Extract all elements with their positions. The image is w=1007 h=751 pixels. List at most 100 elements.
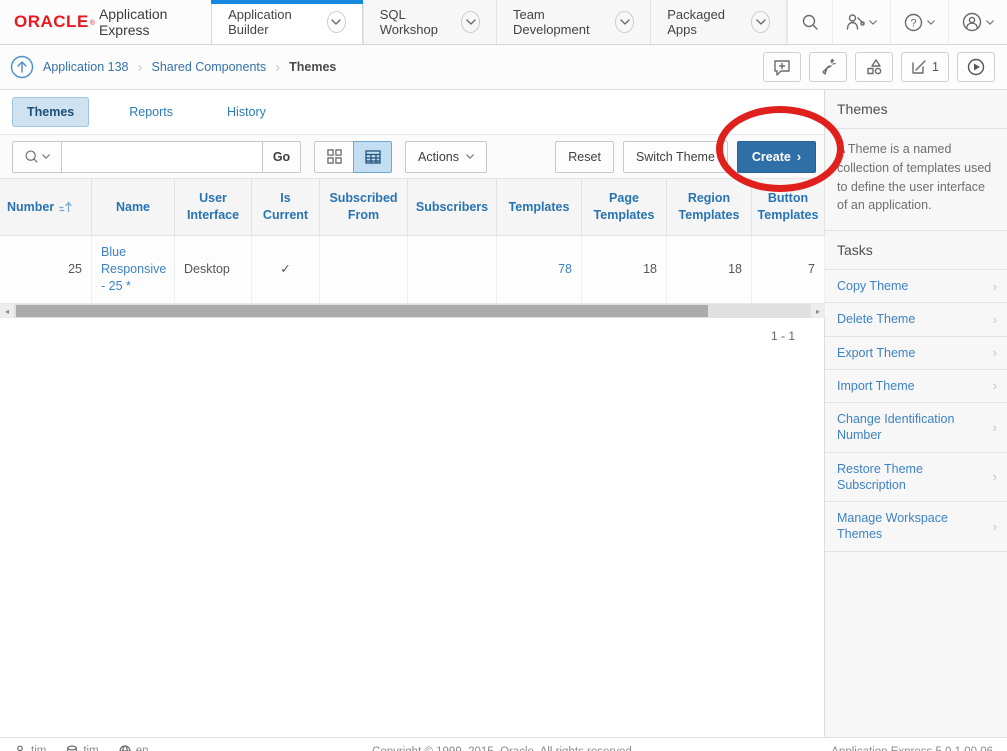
chevron-right-icon: ›: [993, 279, 997, 294]
breadcrumb-separator: ›: [275, 59, 280, 76]
cell-button-templates: 7: [752, 236, 825, 304]
scroll-left-arrow[interactable]: ◂: [0, 304, 14, 318]
sidebar-description: A Theme is a named collection of templat…: [825, 129, 1007, 231]
chevron-right-icon: ›: [993, 420, 997, 435]
help-icon[interactable]: ?: [890, 0, 948, 44]
tab-sql-workshop[interactable]: SQL Workshop: [363, 0, 496, 44]
chevron-right-icon: ›: [993, 469, 997, 484]
cell-is-current: ✓: [252, 236, 320, 304]
templates-count-link[interactable]: 78: [558, 261, 572, 278]
cell-page-templates: 18: [582, 236, 667, 304]
themes-report-table: Number Name User Interface Is Current Su…: [0, 178, 825, 304]
tab-packaged-apps[interactable]: Packaged Apps: [650, 0, 787, 44]
table-row: 25 Blue Responsive - 25 * Desktop ✓ 78 1…: [0, 236, 825, 304]
add-comment-button[interactable]: [763, 52, 801, 82]
column-header-number[interactable]: Number: [0, 179, 92, 236]
horizontal-scrollbar[interactable]: ◂ ▸: [0, 304, 825, 318]
checkmark-icon: ✓: [280, 261, 290, 278]
column-header-is-current[interactable]: Is Current: [252, 179, 320, 236]
breadcrumb-bar: Application 138 › Shared Components › Th…: [0, 45, 1007, 90]
create-button[interactable]: Create›: [737, 141, 816, 173]
edit-page-number: 1: [932, 60, 939, 74]
switch-theme-button[interactable]: Switch Theme: [623, 141, 728, 173]
utilities-icon-button[interactable]: [809, 52, 847, 82]
top-navigation: Application Builder SQL Workshop Team De…: [211, 0, 787, 44]
apex-screen: ORACLE ® Application Express Application…: [0, 0, 1007, 751]
report-view-toggle[interactable]: [353, 141, 392, 173]
edit-page-button[interactable]: 1: [901, 52, 949, 82]
task-import-theme[interactable]: Import Theme›: [825, 370, 1007, 403]
run-application-button[interactable]: [957, 52, 995, 82]
actions-menu-button[interactable]: Actions: [405, 141, 487, 173]
account-icon[interactable]: [948, 0, 1007, 44]
tab-themes[interactable]: Themes: [12, 97, 89, 127]
sort-ascending-icon: [59, 201, 72, 213]
tasks-title: Tasks: [825, 231, 1007, 270]
chevron-down-icon[interactable]: [461, 11, 480, 33]
search-column-selector[interactable]: [12, 141, 62, 173]
chevron-right-icon: ›: [993, 312, 997, 327]
region-tabs: Themes Reports History: [0, 90, 824, 134]
breadcrumb-shared-components[interactable]: Shared Components: [151, 60, 266, 74]
column-header-name[interactable]: Name: [92, 179, 175, 236]
task-delete-theme[interactable]: Delete Theme›: [825, 303, 1007, 336]
page-footer: tim tim en Copyright © 1999, 2015, Oracl…: [0, 737, 1007, 751]
view-toggles: [314, 141, 392, 173]
administration-icon[interactable]: [832, 0, 890, 44]
tab-history[interactable]: History: [213, 98, 280, 126]
cell-subscribed-from: [320, 236, 408, 304]
cell-user-interface: Desktop: [175, 236, 252, 304]
scrollbar-track[interactable]: [14, 304, 811, 318]
oracle-brand: ORACLE ® Application Express: [0, 0, 211, 44]
main-region: Themes Reports History Go: [0, 90, 825, 737]
tab-reports[interactable]: Reports: [115, 98, 187, 126]
up-level-icon[interactable]: [10, 55, 34, 79]
column-header-user-interface[interactable]: User Interface: [175, 179, 252, 236]
product-name: Application Express: [99, 6, 211, 38]
breadcrumb-current-page: Themes: [289, 60, 336, 74]
column-header-subscribed-from[interactable]: Subscribed From: [320, 179, 408, 236]
task-copy-theme[interactable]: Copy Theme›: [825, 270, 1007, 303]
scroll-right-arrow[interactable]: ▸: [811, 304, 825, 318]
pagination-range: 1 - 1: [0, 318, 825, 343]
tasks-list: Copy Theme› Delete Theme› Export Theme› …: [825, 270, 1007, 552]
column-header-subscribers[interactable]: Subscribers: [408, 179, 497, 236]
page-toolbar: 1: [763, 52, 1007, 82]
scrollbar-thumb[interactable]: [16, 305, 708, 317]
task-export-theme[interactable]: Export Theme›: [825, 337, 1007, 370]
go-button[interactable]: Go: [263, 141, 301, 173]
content-area: Themes Reports History Go: [0, 90, 1007, 737]
breadcrumb-application[interactable]: Application 138: [43, 60, 128, 74]
task-restore-theme-subscription[interactable]: Restore Theme Subscription›: [825, 453, 1007, 503]
theme-name-link[interactable]: Blue Responsive - 25 *: [101, 244, 166, 295]
search-icon[interactable]: [787, 0, 832, 44]
top-header: ORACLE ® Application Express Application…: [0, 0, 1007, 45]
task-manage-workspace-themes[interactable]: Manage Workspace Themes›: [825, 502, 1007, 552]
task-change-identification-number[interactable]: Change Identification Number›: [825, 403, 1007, 453]
search-group: Go: [12, 141, 301, 173]
shared-components-button[interactable]: [855, 52, 893, 82]
chevron-right-icon: ›: [993, 519, 997, 534]
column-header-button-templates[interactable]: Button Templates: [752, 179, 825, 236]
chevron-down-icon[interactable]: [615, 11, 634, 33]
search-input[interactable]: [62, 141, 263, 173]
tab-application-builder[interactable]: Application Builder: [211, 0, 363, 44]
oracle-logo: ORACLE: [14, 12, 89, 32]
column-header-page-templates[interactable]: Page Templates: [582, 179, 667, 236]
header-icon-bar: ?: [787, 0, 1007, 44]
svg-text:?: ?: [910, 17, 916, 29]
cell-subscribers: [408, 236, 497, 304]
tab-team-development[interactable]: Team Development: [496, 0, 650, 44]
icon-view-toggle[interactable]: [314, 141, 353, 173]
breadcrumb: Application 138 › Shared Components › Th…: [0, 55, 336, 79]
right-sidebar: Themes A Theme is a named collection of …: [825, 90, 1007, 737]
column-header-templates[interactable]: Templates: [497, 179, 582, 236]
table-header-row: Number Name User Interface Is Current Su…: [0, 179, 825, 236]
column-header-region-templates[interactable]: Region Templates: [667, 179, 752, 236]
cell-region-templates: 18: [667, 236, 752, 304]
reset-button[interactable]: Reset: [555, 141, 614, 173]
chevron-right-icon: ›: [993, 345, 997, 360]
chevron-down-icon[interactable]: [327, 11, 346, 33]
cell-number: 25: [0, 236, 92, 304]
chevron-down-icon[interactable]: [751, 11, 770, 33]
